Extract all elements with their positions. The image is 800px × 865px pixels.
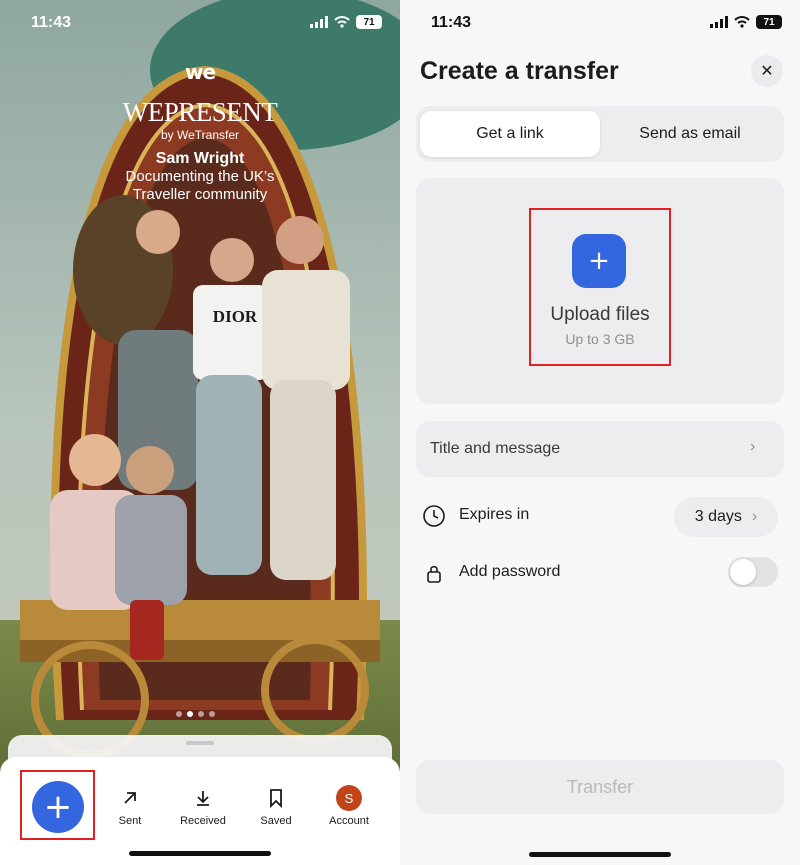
close-button[interactable]: ✕ [751, 55, 783, 87]
wepresent-title: WEPRESENT [122, 97, 278, 127]
download-icon [197, 791, 209, 806]
sheet-handle[interactable] [186, 741, 214, 745]
home-screen: DIOR 11:43 71 we WEPRESENT by WeTransfer… [0, 0, 400, 865]
status-time: 11:43 [31, 14, 72, 31]
upload-highlight: + Upload files Up to 3 GB [529, 208, 671, 366]
tab-saved[interactable]: Saved [241, 783, 311, 827]
upload-title: Upload files [550, 304, 650, 325]
arrow-up-right-icon [124, 792, 136, 804]
add-button-highlight: + [20, 770, 95, 840]
password-label: Add password [459, 563, 561, 580]
carousel-dot-active[interactable] [187, 711, 193, 717]
tab-sent[interactable]: Sent [95, 783, 165, 827]
wifi-icon [334, 16, 350, 28]
toggle-knob [730, 559, 756, 585]
status-bar: 11:43 71 [0, 12, 400, 36]
expires-row: Expires in 3 days › [420, 496, 784, 540]
wepresent-branding: we WEPRESENT by WeTransfer Sam Wright Do… [0, 60, 400, 204]
carousel-dot[interactable] [176, 711, 182, 717]
battery-icon: 71 [356, 15, 382, 29]
tab-received[interactable]: Received [168, 783, 238, 827]
svg-text:DIOR: DIOR [213, 307, 258, 326]
password-toggle[interactable] [728, 557, 778, 587]
expires-label: Expires in [459, 506, 530, 523]
expires-value: 3 days [694, 508, 742, 525]
expires-selector[interactable]: 3 days › [674, 497, 778, 537]
tab-saved-label: Saved [260, 815, 292, 827]
artist-name: Sam Wright [155, 150, 245, 167]
tab-received-label: Received [180, 815, 226, 827]
title-message-label: Title and message [430, 440, 561, 457]
tab-account[interactable]: S Account [314, 783, 384, 827]
chevron-right-icon: › [750, 438, 756, 455]
tab-sent-label: Sent [118, 815, 142, 827]
password-row: Add password [420, 553, 784, 593]
clock-icon [423, 505, 445, 527]
tab-bar: + Sent Received Saved S Account [0, 757, 400, 865]
upload-limit: Up to 3 GB [565, 331, 635, 347]
caption-line-1: Documenting the UK’s [125, 168, 275, 185]
tab-get-a-link[interactable]: Get a link [420, 111, 600, 157]
create-transfer-screen: 11:43 71 Create a transfer ✕ Get a link … [400, 0, 800, 865]
signal-icon [710, 16, 728, 28]
status-bar-icons: 71 [710, 15, 782, 29]
status-time: 11:43 [431, 14, 472, 31]
wifi-icon [734, 16, 750, 28]
signal-icon [310, 16, 328, 28]
transfer-button[interactable]: Transfer [416, 760, 784, 814]
carousel-dots[interactable] [176, 711, 215, 717]
wetransfer-logo: we [184, 60, 216, 84]
caption-line-2: Traveller community [132, 186, 268, 203]
battery-icon: 71 [756, 15, 782, 29]
avatar: S [336, 785, 362, 811]
page-title: Create a transfer [420, 57, 619, 85]
transfer-mode-toggle: Get a link Send as email [416, 106, 784, 162]
upload-area[interactable]: + Upload files Up to 3 GB [416, 178, 784, 404]
bookmark-icon [270, 789, 282, 808]
carousel-dot[interactable] [209, 711, 215, 717]
lock-icon [427, 565, 441, 583]
tab-account-label: Account [329, 815, 369, 827]
plus-icon: + [588, 246, 610, 276]
home-indicator [129, 851, 271, 856]
carousel-dot[interactable] [198, 711, 204, 717]
tab-send-as-email[interactable]: Send as email [600, 111, 780, 157]
plus-icon: + [43, 787, 73, 827]
wepresent-byline: by WeTransfer [160, 128, 240, 142]
title-message-row[interactable]: Title and message › [416, 421, 784, 477]
home-indicator [529, 852, 671, 857]
close-icon: ✕ [760, 63, 774, 80]
add-transfer-button[interactable]: + [32, 781, 84, 833]
upload-button[interactable]: + [572, 234, 626, 288]
chevron-right-icon: › [751, 508, 758, 525]
